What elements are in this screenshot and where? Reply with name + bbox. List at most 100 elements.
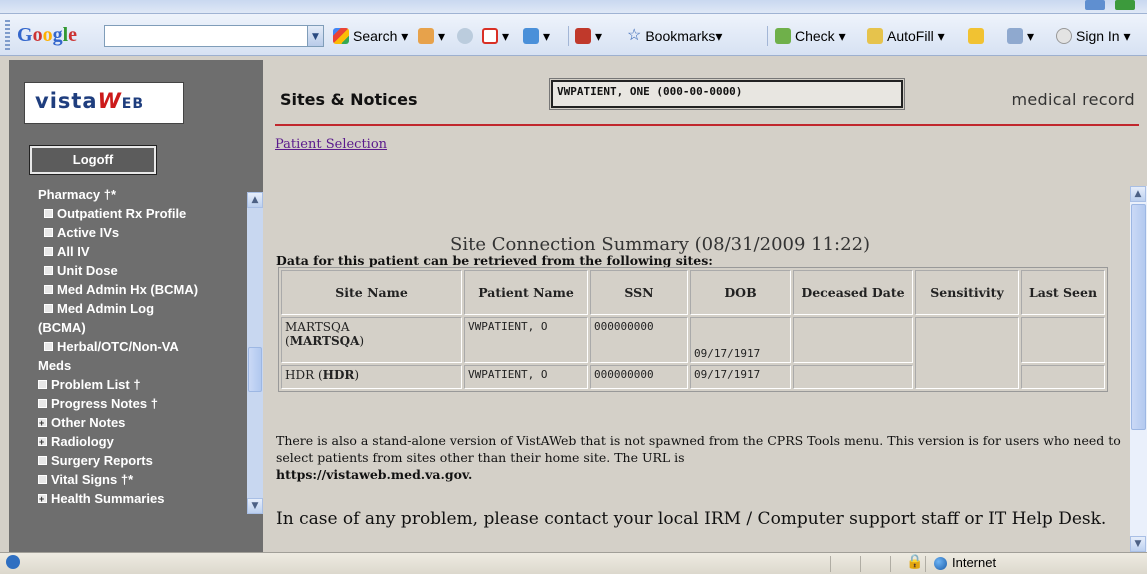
bullet-icon	[38, 380, 47, 390]
sidebar-item-label: Med Admin Log	[57, 301, 155, 316]
toolbar-gripper-icon[interactable]	[5, 20, 10, 50]
bookmarks-label: Bookmarks	[645, 28, 716, 44]
scroll-thumb[interactable]	[248, 347, 262, 392]
star-icon: ☆	[627, 27, 642, 45]
sidebar-item[interactable]: Med Admin Log	[38, 299, 244, 318]
search-dropdown-icon[interactable]: ▼	[308, 25, 324, 47]
sidebar-item[interactable]: Outpatient Rx Profile	[38, 204, 244, 223]
bullet-icon	[44, 285, 53, 295]
toolbar-separator	[568, 26, 569, 46]
bullet-icon	[38, 399, 47, 409]
standalone-notice: There is also a stand-alone version of V…	[276, 432, 1121, 483]
google-toolbar: Google ▼ Search ▾ ▾ ▾ ▾ ▾ ☆ Bookmarks▾ Ch…	[0, 14, 1147, 56]
sidebar-item-label: Vital Signs †*	[51, 472, 134, 487]
toolbar-separator	[767, 26, 768, 46]
table-row: MARTSQA (MARTSQA) VWPATIENT, O 000000000 …	[281, 317, 1105, 389]
dob-cell: 09/17/1917	[690, 365, 791, 389]
page-title: Sites & Notices	[280, 90, 418, 109]
bullet-icon	[44, 266, 53, 276]
site-code: MARTSQA	[289, 334, 360, 348]
vistaweb-logo: vistaWEB	[24, 82, 184, 124]
sidebar-item[interactable]: Med Admin Hx (BCMA)	[38, 280, 244, 299]
sidebar-item-label: Radiology	[51, 434, 114, 449]
column-header: Deceased Date	[793, 270, 913, 315]
sidebar-item-label: Outpatient Rx Profile	[57, 206, 187, 221]
column-header: Sensitivity	[915, 270, 1019, 315]
window-control-icon[interactable]	[1085, 0, 1105, 10]
bullet-icon	[44, 304, 53, 314]
column-header: Site Name	[281, 270, 462, 315]
dob-cell: 09/17/1917	[690, 317, 791, 363]
sidebar-item[interactable]: Other Notes	[38, 413, 244, 433]
main-scroll-thumb[interactable]	[1131, 204, 1146, 430]
sidebar-item[interactable]: Surgery Reports	[38, 451, 244, 470]
vistaweb-logo-text: vistaWEB	[35, 89, 145, 113]
sidebar-item[interactable]: Problem List †	[38, 375, 244, 394]
sites-table: Site Name Patient Name SSN DOB Deceased …	[278, 267, 1108, 392]
check-label: Check	[795, 28, 835, 44]
patient-name-cell: VWPATIENT, O	[464, 317, 588, 363]
sidebar-item[interactable]: (BCMA)	[38, 318, 244, 337]
site-name: MARTSQA	[285, 320, 350, 334]
status-divider	[830, 556, 831, 572]
go-icon[interactable]	[1115, 0, 1135, 10]
sidebar-item-label: Surgery Reports	[51, 453, 153, 468]
site-connection-summary-title: Site Connection Summary (08/31/2009 11:2…	[450, 234, 871, 255]
logoff-button[interactable]: Logoff	[29, 145, 157, 175]
sidebar-item-label: Active IVs	[57, 225, 120, 240]
patient-selection-link[interactable]: Patient Selection	[275, 137, 387, 152]
contact-notice: In case of any problem, please contact y…	[276, 509, 1107, 529]
settings-button[interactable]: ▾	[1007, 25, 1034, 47]
bookmarks-button[interactable]: ☆ Bookmarks▾	[627, 25, 722, 47]
sidebar-item-label: (BCMA)	[38, 320, 86, 335]
scroll-up-icon[interactable]: ▲	[247, 192, 263, 208]
bullet-icon	[44, 228, 53, 238]
autofill-button[interactable]: AutoFill ▾	[867, 25, 945, 47]
main-content: Sites & Notices VWPATIENT, ONE (000-00-0…	[263, 60, 1147, 552]
sidebar-item[interactable]: All IV	[38, 242, 244, 261]
sidebar-item[interactable]: Herbal/OTC/Non-VA	[38, 337, 244, 356]
sidebar-item[interactable]: Health Summaries	[38, 489, 244, 509]
popup-blocker-icon	[575, 28, 591, 45]
search-button[interactable]: Search ▾	[333, 25, 408, 47]
news-button[interactable]: ▾	[418, 25, 445, 47]
scroll-down-icon[interactable]: ▼	[1130, 536, 1146, 552]
ie-page-icon	[6, 555, 20, 569]
sidebar-item[interactable]: Unit Dose	[38, 261, 244, 280]
lock-icon: 🔒	[906, 554, 924, 570]
globe-icon	[934, 557, 947, 570]
popup-button[interactable]: ▾	[575, 25, 602, 47]
sidebar-menu: Pharmacy †* Outpatient Rx Profile Active I…	[38, 185, 244, 574]
google-search-input[interactable]	[104, 25, 308, 47]
spell-check-button[interactable]: Check ▾	[775, 25, 846, 47]
gmail-button[interactable]: ▾	[482, 25, 509, 47]
sidebar-item[interactable]: Progress Notes †	[38, 394, 244, 413]
sidebar-item[interactable]: Vital Signs †*	[38, 470, 244, 489]
highlight-button[interactable]	[968, 25, 988, 47]
google-logo[interactable]: Google	[17, 21, 102, 49]
sidebar-item[interactable]: Meds	[38, 356, 244, 375]
scroll-down-icon[interactable]: ▼	[247, 498, 263, 514]
sidebar-item-label: All IV	[57, 244, 90, 259]
site-name-cell: MARTSQA (MARTSQA)	[281, 317, 462, 363]
scroll-up-icon[interactable]: ▲	[1130, 186, 1146, 202]
sidebar-item[interactable]: Pharmacy †*	[38, 185, 244, 204]
news-icon	[418, 28, 434, 45]
bullet-icon	[44, 342, 53, 352]
sign-in-button[interactable]: Sign In ▾	[1056, 25, 1131, 47]
main-scrollbar[interactable]: ▲ ▼	[1130, 186, 1147, 552]
search-label: Search	[353, 28, 398, 44]
google-search-icon	[333, 28, 349, 45]
sidebar-item-label: Problem List †	[51, 377, 141, 392]
sensitivity-cell	[915, 317, 1019, 389]
notice-text: There is also a stand-alone version of V…	[276, 433, 1121, 465]
sidebar-item[interactable]: Active IVs	[38, 223, 244, 242]
autofill-label: AutoFill	[887, 28, 934, 44]
add-button[interactable]: ▾	[523, 25, 550, 47]
sidebar-item[interactable]: Radiology	[38, 432, 244, 452]
patient-banner[interactable]: VWPATIENT, ONE (000-00-0000)	[549, 78, 905, 110]
send-button[interactable]	[457, 25, 477, 47]
bullet-icon	[38, 475, 47, 485]
pencil-icon	[968, 28, 984, 45]
left-scrollbar[interactable]: ▲ ▼	[247, 192, 263, 514]
